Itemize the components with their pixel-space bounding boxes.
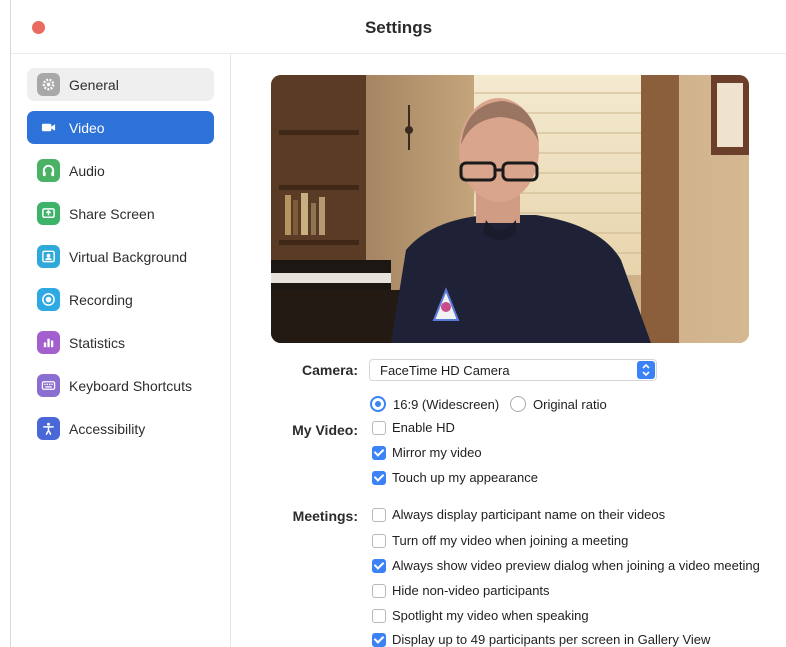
sidebar-item-keyboard-shortcuts[interactable]: Keyboard Shortcuts bbox=[27, 369, 214, 402]
touch-up-appearance-checkbox[interactable]: Touch up my appearance bbox=[372, 470, 538, 485]
camera-select-value: FaceTime HD Camera bbox=[380, 363, 510, 378]
settings-sidebar: General Video Audio Share Screen Virtual… bbox=[11, 54, 231, 647]
camera-select[interactable]: FaceTime HD Camera bbox=[369, 359, 657, 381]
sidebar-item-label: General bbox=[69, 76, 119, 93]
sidebar-item-label: Virtual Background bbox=[69, 248, 188, 265]
ratio-widescreen-radio[interactable]: 16:9 (Widescreen) bbox=[370, 396, 499, 412]
display-participant-name-checkbox[interactable]: Always display participant name on their… bbox=[372, 507, 665, 522]
option-label: Hide non-video participants bbox=[392, 583, 550, 598]
checkbox[interactable] bbox=[372, 558, 386, 573]
sidebar-item-virtual-background[interactable]: Virtual Background bbox=[27, 240, 214, 273]
sidebar-item-label: Recording bbox=[69, 291, 133, 308]
option-label: Touch up my appearance bbox=[392, 470, 538, 485]
updown-chevron-icon bbox=[637, 361, 655, 379]
sidebar-item-label: Audio bbox=[69, 162, 105, 179]
sidebar-item-label: Keyboard Shortcuts bbox=[69, 377, 192, 394]
sidebar-item-statistics[interactable]: Statistics bbox=[27, 326, 214, 359]
option-label: Mirror my video bbox=[392, 445, 482, 460]
radio-button[interactable] bbox=[510, 396, 526, 412]
option-label: Always display participant name on their… bbox=[392, 507, 666, 522]
checkbox[interactable] bbox=[372, 608, 386, 623]
sidebar-item-label: Accessibility bbox=[69, 420, 146, 437]
meetings-label: Meetings: bbox=[292, 508, 358, 524]
share-screen-icon bbox=[37, 202, 60, 225]
sidebar-item-label: Video bbox=[69, 119, 105, 136]
checkbox[interactable] bbox=[372, 533, 386, 548]
option-label: 16:9 (Widescreen) bbox=[393, 396, 500, 412]
person-background-icon bbox=[37, 245, 60, 268]
video-preview-dialog-checkbox[interactable]: Always show video preview dialog when jo… bbox=[372, 558, 760, 573]
sidebar-item-label: Statistics bbox=[69, 334, 126, 351]
sidebar-item-general[interactable]: General bbox=[27, 68, 214, 101]
option-label: Original ratio bbox=[533, 396, 607, 412]
video-preview bbox=[271, 75, 749, 343]
checkbox[interactable] bbox=[372, 583, 386, 598]
spotlight-video-checkbox[interactable]: Spotlight my video when speaking bbox=[372, 608, 589, 623]
sidebar-item-label: Share Screen bbox=[69, 205, 155, 222]
sidebar-item-recording[interactable]: Recording bbox=[27, 283, 214, 316]
keyboard-icon bbox=[37, 374, 60, 397]
option-label: Turn off my video when joining a meeting bbox=[392, 533, 629, 548]
sidebar-item-audio[interactable]: Audio bbox=[27, 154, 214, 187]
gallery-49-checkbox[interactable]: Display up to 49 participants per screen… bbox=[372, 632, 710, 647]
camera-label: Camera: bbox=[301, 362, 358, 378]
turn-off-video-checkbox[interactable]: Turn off my video when joining a meeting bbox=[372, 533, 628, 548]
checkbox[interactable] bbox=[372, 632, 386, 647]
gear-icon bbox=[37, 73, 60, 96]
option-label: Spotlight my video when speaking bbox=[392, 608, 589, 623]
enable-hd-checkbox[interactable]: Enable HD bbox=[372, 420, 455, 435]
bar-chart-icon bbox=[37, 331, 60, 354]
checkbox[interactable] bbox=[372, 470, 386, 485]
option-label: Enable HD bbox=[392, 420, 455, 435]
video-camera-icon bbox=[37, 116, 60, 139]
ratio-original-radio[interactable]: Original ratio bbox=[510, 396, 607, 412]
accessibility-icon bbox=[37, 417, 60, 440]
record-icon bbox=[37, 288, 60, 311]
sidebar-item-video[interactable]: Video bbox=[27, 111, 214, 144]
sidebar-item-accessibility[interactable]: Accessibility bbox=[27, 412, 214, 445]
hide-non-video-checkbox[interactable]: Hide non-video participants bbox=[372, 583, 550, 598]
checkbox[interactable] bbox=[372, 445, 386, 460]
window-title: Settings bbox=[364, 18, 433, 37]
checkbox[interactable] bbox=[372, 507, 386, 522]
sidebar-item-share-screen[interactable]: Share Screen bbox=[27, 197, 214, 230]
mirror-video-checkbox[interactable]: Mirror my video bbox=[372, 445, 482, 460]
option-label: Display up to 49 participants per screen… bbox=[392, 632, 711, 647]
my-video-label: My Video: bbox=[292, 422, 358, 438]
checkbox[interactable] bbox=[372, 420, 386, 435]
option-label: Always show video preview dialog when jo… bbox=[392, 558, 760, 573]
title-bar: Settings bbox=[11, 0, 786, 54]
radio-button[interactable] bbox=[370, 396, 386, 412]
headphones-icon bbox=[37, 159, 60, 182]
